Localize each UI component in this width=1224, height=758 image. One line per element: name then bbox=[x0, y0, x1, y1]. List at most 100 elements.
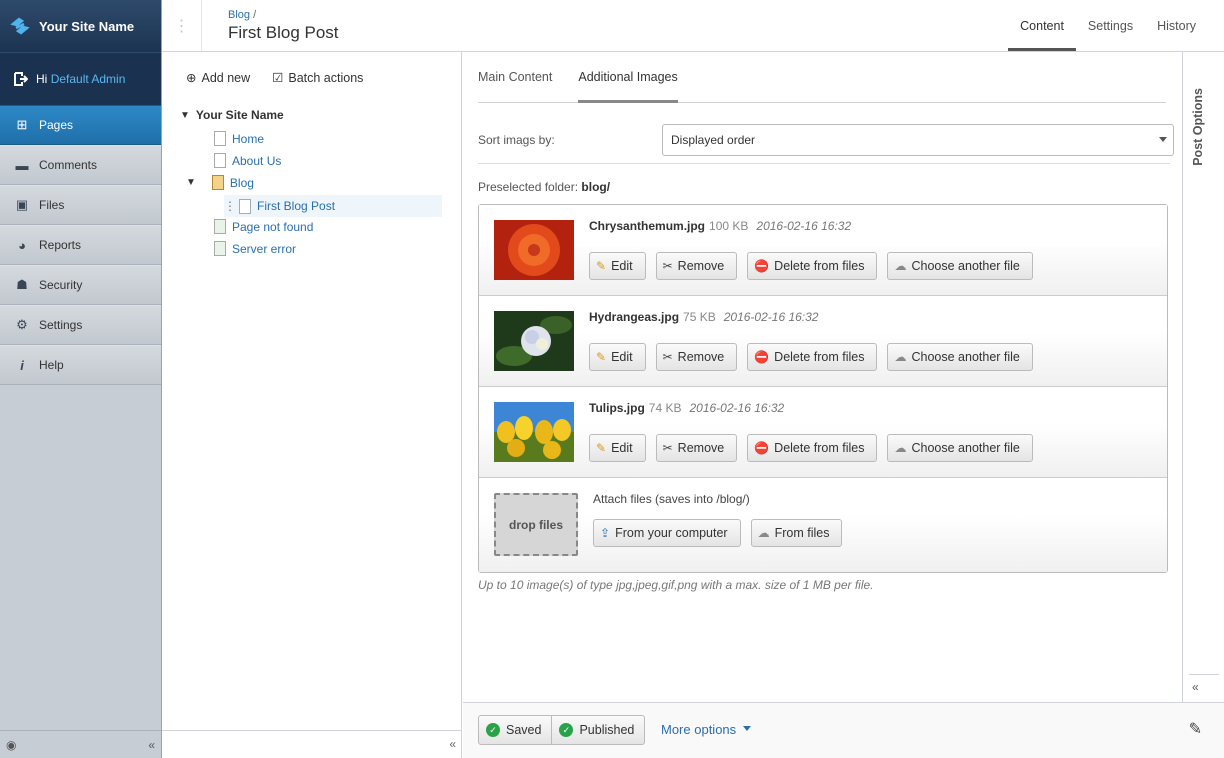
image-thumbnail-tulips[interactable] bbox=[494, 402, 574, 462]
batch-actions-button[interactable]: ☑ Batch actions bbox=[272, 70, 363, 85]
logout-icon[interactable] bbox=[14, 72, 28, 86]
file-size: 74 KB bbox=[648, 401, 682, 415]
expand-icon[interactable]: ▼ bbox=[180, 110, 190, 121]
tree-node-about[interactable]: About Us bbox=[214, 153, 281, 168]
info-icon: i bbox=[20, 357, 24, 373]
status-icon[interactable]: ◉ bbox=[6, 738, 16, 752]
nav-label: Comments bbox=[39, 158, 98, 172]
file-info: Chrysanthemum.jpg 100 KB 2016-02-16 16:32 bbox=[589, 219, 851, 233]
remove-button[interactable]: ✂ Remove bbox=[655, 343, 738, 371]
check-icon: ✓ bbox=[559, 723, 574, 737]
nav-item-security[interactable]: ☗ Security bbox=[0, 265, 161, 305]
image-icon: ▣ bbox=[15, 197, 29, 212]
edit-button[interactable]: ✎ Edit bbox=[589, 434, 646, 462]
nav-item-settings[interactable]: ⚙ Settings bbox=[0, 305, 161, 345]
page-title: First Blog Post bbox=[228, 23, 339, 42]
collapse-post-options-button[interactable]: « bbox=[1189, 674, 1219, 698]
tab-main-content[interactable]: Main Content bbox=[478, 70, 552, 102]
preselected-label: Preselected folder: bbox=[478, 180, 579, 194]
nav-label: Help bbox=[39, 358, 64, 372]
saved-button[interactable]: ✓ Saved bbox=[479, 716, 551, 744]
preselected-value: blog/ bbox=[581, 180, 611, 194]
tree-node-label[interactable]: About Us bbox=[232, 154, 281, 168]
tab-content[interactable]: Content bbox=[1008, 0, 1076, 51]
tab-history[interactable]: History bbox=[1145, 0, 1208, 51]
cloud-icon: ☁ bbox=[894, 350, 907, 364]
nav-item-comments[interactable]: ▬ Comments bbox=[0, 145, 161, 185]
checkbox-icon: ☑ bbox=[272, 71, 284, 85]
tree-toggle-icon[interactable]: ⋮ bbox=[162, 0, 202, 51]
image-list: Chrysanthemum.jpg 100 KB 2016-02-16 16:32 … bbox=[478, 204, 1168, 573]
content-tabs: Main Content Additional Images bbox=[478, 70, 1166, 103]
choose-another-file-button[interactable]: ☁ Choose another file bbox=[887, 343, 1033, 371]
edit-button[interactable]: ✎ Edit bbox=[589, 343, 646, 371]
sidebar: Your Site Name Hi Default Admin ⊞ Pages ▬… bbox=[0, 0, 162, 758]
nav-item-files[interactable]: ▣ Files bbox=[0, 185, 161, 225]
remove-label: Remove bbox=[677, 441, 725, 455]
file-info: Hydrangeas.jpg 75 KB 2016-02-16 16:32 bbox=[589, 310, 818, 324]
delete-from-files-button[interactable]: ⛔ Delete from files bbox=[747, 343, 878, 371]
tree-node-label[interactable]: Server error bbox=[232, 242, 296, 256]
image-actions: ✎ Edit ✂ Remove ⛔ Delete from files ☁ Choose… bbox=[589, 252, 1033, 280]
edit-button[interactable]: ✎ Edit bbox=[589, 252, 646, 280]
tree-node-blog[interactable]: ▼ Blog bbox=[186, 175, 254, 190]
edit-label: Edit bbox=[611, 259, 633, 273]
tree-node-home[interactable]: Home bbox=[214, 131, 264, 146]
nav-item-pages[interactable]: ⊞ Pages bbox=[0, 105, 161, 145]
attach-actions: ⇪ From your computer ☁ From files bbox=[593, 519, 843, 547]
post-options-panel: Post Options « bbox=[1182, 52, 1224, 702]
tree-node-first-blog-post[interactable]: ⋮ First Blog Post bbox=[224, 195, 442, 217]
tab-settings[interactable]: Settings bbox=[1076, 0, 1145, 51]
user-link[interactable]: Default Admin bbox=[51, 72, 126, 86]
edit-label: Edit bbox=[611, 350, 633, 364]
choose-another-file-button[interactable]: ☁ Choose another file bbox=[887, 252, 1033, 280]
edit-icon[interactable]: ✎ bbox=[1189, 719, 1202, 739]
expand-icon[interactable]: ▼ bbox=[186, 177, 196, 188]
remove-button[interactable]: ✂ Remove bbox=[655, 252, 738, 280]
greeting: Hi bbox=[36, 72, 48, 86]
nav-label: Security bbox=[39, 278, 83, 292]
pie-chart-icon: ◕ bbox=[18, 237, 26, 253]
post-options-title[interactable]: Post Options bbox=[1191, 88, 1205, 166]
file-name: Chrysanthemum.jpg bbox=[589, 219, 706, 233]
tree-node-label[interactable]: Page not found bbox=[232, 220, 313, 234]
published-label: Published bbox=[579, 723, 635, 737]
breadcrumb-link-blog[interactable]: Blog bbox=[228, 9, 250, 21]
tree-node-label[interactable]: Home bbox=[232, 132, 264, 146]
collapse-sidebar-button[interactable]: « bbox=[148, 738, 155, 752]
sitemap-icon: ⊞ bbox=[16, 117, 28, 132]
from-computer-label: From your computer bbox=[615, 526, 728, 540]
remove-button[interactable]: ✂ Remove bbox=[655, 434, 738, 462]
tree-collapse-button[interactable]: « bbox=[162, 730, 462, 758]
more-options-button[interactable]: More options bbox=[661, 722, 752, 737]
nav-label: Reports bbox=[39, 238, 82, 252]
pencil-icon: ✎ bbox=[596, 259, 607, 273]
drop-zone[interactable]: drop files bbox=[494, 493, 578, 556]
tree-node-server-error[interactable]: Server error bbox=[214, 241, 296, 256]
tab-additional-images[interactable]: Additional Images bbox=[578, 70, 678, 103]
gears-icon: ⚙ bbox=[16, 317, 28, 332]
sort-select[interactable]: Displayed order bbox=[662, 124, 1174, 156]
drag-handle-icon[interactable]: ⋮ bbox=[224, 199, 236, 213]
choose-another-file-button[interactable]: ☁ Choose another file bbox=[887, 434, 1033, 462]
nav-item-reports[interactable]: ◕ Reports bbox=[0, 225, 161, 265]
image-thumbnail-chrysanthemum[interactable] bbox=[494, 220, 574, 280]
from-computer-button[interactable]: ⇪ From your computer bbox=[593, 519, 741, 547]
user-bar: Hi Default Admin bbox=[0, 52, 161, 105]
image-thumbnail-hydrangeas[interactable] bbox=[494, 311, 574, 371]
tree-node-label[interactable]: First Blog Post bbox=[257, 199, 335, 213]
file-date: 2016-02-16 16:32 bbox=[689, 401, 785, 415]
add-new-button[interactable]: ⊕ Add new bbox=[186, 70, 250, 85]
nav-item-help[interactable]: i Help bbox=[0, 345, 161, 385]
cloud-icon: ☁ bbox=[894, 441, 907, 455]
tree-node-page-not-found[interactable]: Page not found bbox=[214, 219, 313, 234]
tree-node-label[interactable]: Blog bbox=[230, 176, 254, 190]
delete-from-files-button[interactable]: ⛔ Delete from files bbox=[747, 434, 878, 462]
tree-root[interactable]: ▼ Your Site Name bbox=[180, 108, 284, 122]
from-files-button[interactable]: ☁ From files bbox=[750, 519, 843, 547]
brand[interactable]: Your Site Name bbox=[0, 0, 161, 52]
choose-label: Choose another file bbox=[911, 441, 1020, 455]
published-button[interactable]: ✓ Published bbox=[551, 716, 644, 744]
file-date: 2016-02-16 16:32 bbox=[756, 219, 852, 233]
delete-from-files-button[interactable]: ⛔ Delete from files bbox=[747, 252, 878, 280]
